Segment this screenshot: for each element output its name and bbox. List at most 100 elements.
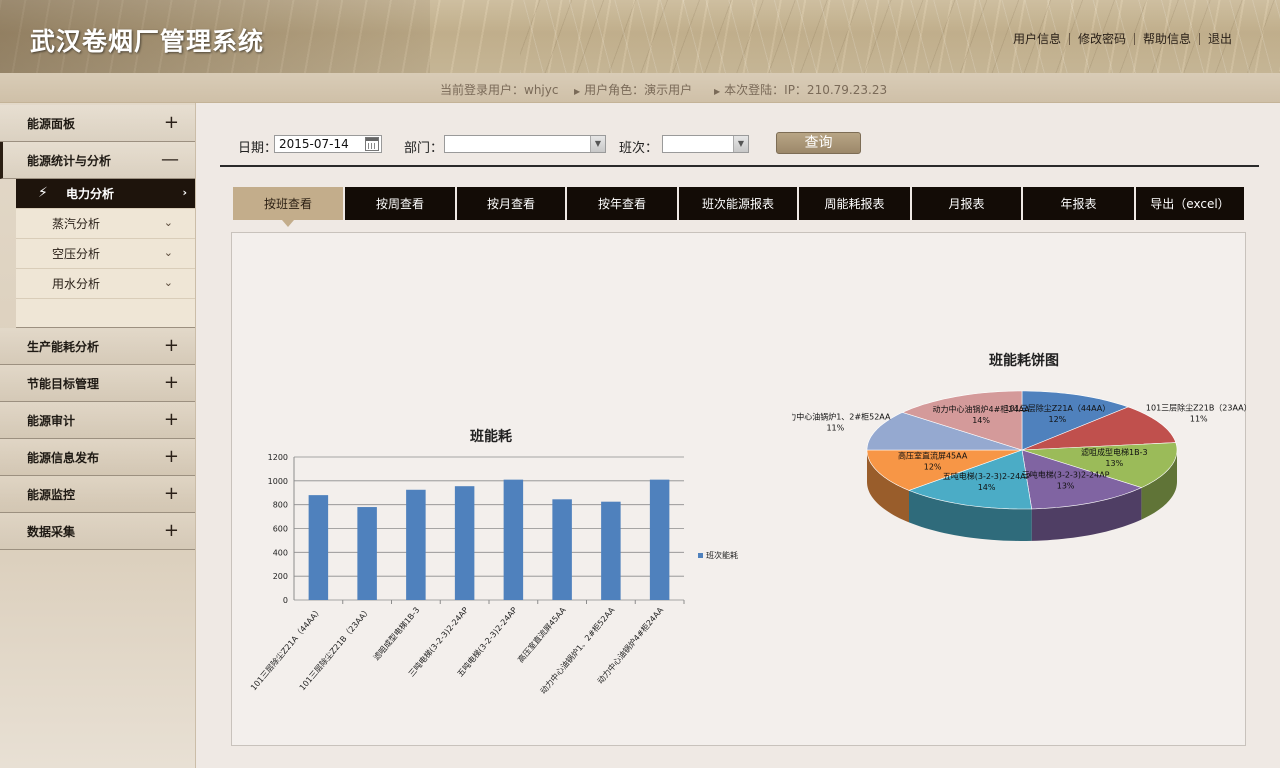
expand-plus-icon[interactable]: +	[164, 411, 179, 429]
tab-by-week[interactable]: 按周查看	[345, 187, 455, 220]
nav-energy-monitoring[interactable]: 能源监控 +	[0, 476, 195, 513]
nav-label: 能源信息发布	[27, 450, 100, 465]
tab-by-shift[interactable]: 按班查看	[233, 187, 343, 227]
pie-label-pct: 13%	[1057, 482, 1075, 491]
sub-item-label: 空压分析	[52, 247, 101, 261]
lightning-icon: ⚡	[38, 185, 48, 201]
tab-shift-report[interactable]: 班次能源报表	[679, 187, 797, 220]
nav-production-consumption[interactable]: 生产能耗分析 +	[0, 328, 195, 365]
x-tick-label: 高压室直流屏45AA	[515, 604, 568, 664]
sub-item-label: 蒸汽分析	[52, 217, 101, 231]
chevron-right-icon: ›	[182, 186, 187, 199]
y-tick-label: 800	[273, 501, 288, 510]
chevron-down-icon: ⌄	[163, 246, 173, 259]
department-select[interactable]	[444, 135, 606, 153]
sub-item-label: 电力分析	[66, 187, 115, 201]
filter-row: 日期： 部门： ▼ 班次： ▼ 查询	[238, 132, 1238, 156]
department-label: 部门：	[404, 141, 444, 156]
nav-data-collection[interactable]: 数据采集 +	[0, 513, 195, 550]
chart-title: 班能耗饼图	[989, 352, 1059, 369]
bar	[406, 489, 426, 600]
dropdown-arrow-icon[interactable]: ▼	[733, 136, 748, 152]
expand-plus-icon[interactable]: +	[164, 337, 179, 355]
sidebar: 能源面板 + 能源统计与分析 — ⚡ 电力分析 › 蒸汽分析 ⌄ 空压分析 ⌄ …	[0, 103, 196, 768]
pie-label-pct: 12%	[1048, 415, 1066, 424]
y-tick-label: 1200	[268, 453, 288, 462]
tab-weekly-report[interactable]: 周能耗报表	[799, 187, 910, 220]
pie-label-pct: 13%	[1105, 459, 1123, 468]
nav-energy-panel[interactable]: 能源面板 +	[0, 105, 195, 142]
bar	[649, 479, 670, 600]
user-role-text: 用户角色：演示用户	[584, 83, 693, 97]
nav-label: 能源统计与分析	[27, 153, 112, 168]
nav-energy-statistics[interactable]: 能源统计与分析 —	[0, 142, 195, 179]
main-content: 日期： 部门： ▼ 班次： ▼ 查询 按班查看 按周查看 按月查看 按年查看 班…	[196, 103, 1280, 768]
bar	[454, 486, 475, 600]
triangle-icon: ▶	[574, 87, 581, 96]
pie-label-pct: 11%	[826, 423, 844, 432]
login-info-bar: 当前登录用户：whjyc ▶ 用户角色：演示用户 ▶ 本次登陆：IP：210.79.…	[0, 73, 1280, 103]
legend-label: 班次能耗	[706, 550, 738, 560]
tab-export-excel[interactable]: 导出（excel）	[1136, 187, 1244, 220]
pie-label-name: 滤咀成型电梯1B-3	[1081, 447, 1148, 457]
logout-link[interactable]: 退出	[1200, 30, 1240, 47]
bar	[357, 507, 377, 600]
pie-label-pct: 14%	[978, 483, 996, 492]
expand-plus-icon[interactable]: +	[164, 374, 179, 392]
expand-plus-icon[interactable]: +	[164, 448, 179, 466]
nav-label: 生产能耗分析	[27, 339, 100, 354]
y-tick-label: 200	[273, 572, 288, 581]
dropdown-arrow-icon[interactable]: ▼	[590, 136, 605, 152]
login-ip-info: ▶ 本次登陆：IP：210.79.23.23	[714, 81, 887, 98]
tab-yearly-report[interactable]: 年报表	[1023, 187, 1134, 220]
sub-item-steam-analysis[interactable]: 蒸汽分析 ⌄	[16, 209, 195, 239]
pie-label-name: 101三层除尘Z21B（23AA）	[1146, 403, 1252, 413]
nav-saving-targets[interactable]: 节能目标管理 +	[0, 365, 195, 402]
tab-by-month[interactable]: 按月查看	[457, 187, 565, 220]
nav-label: 能源监控	[27, 487, 76, 502]
query-button[interactable]: 查询	[776, 132, 861, 154]
pie-label-name: 动力中心油锅炉1、2#柜52AA	[792, 411, 891, 421]
user-info-link[interactable]: 用户信息	[1005, 30, 1069, 47]
nav-info-release[interactable]: 能源信息发布 +	[0, 439, 195, 476]
tab-monthly-report[interactable]: 月报表	[912, 187, 1021, 220]
bar	[503, 479, 524, 600]
nav-energy-audit[interactable]: 能源审计 +	[0, 402, 195, 439]
x-tick-label: 滤咀成型电梯1B-3	[371, 605, 421, 662]
y-tick-label: 1000	[268, 477, 288, 486]
expand-plus-icon[interactable]: +	[164, 522, 179, 540]
pie-label-name: 动力中心油锅炉4#柜24AA	[933, 404, 1031, 414]
bar	[308, 495, 329, 600]
pie-label-name: 五吨电梯(3-2-3)2-24AP	[943, 471, 1031, 481]
nav-label: 数据采集	[27, 524, 76, 539]
calendar-icon[interactable]	[365, 137, 379, 151]
pie-label: 动力中心油锅炉1、2#柜52AA 11%	[792, 411, 891, 432]
login-ip-text: 本次登陆：IP：210.79.23.23	[724, 83, 888, 97]
divider-line	[220, 165, 1259, 167]
chart-title: 班能耗	[470, 428, 512, 445]
y-tick-label: 400	[273, 548, 288, 557]
pie-label-name: 高压室直流屏45AA	[898, 450, 968, 460]
sub-item-water-analysis[interactable]: 用水分析 ⌄	[16, 269, 195, 299]
pie-label-name: 三吨电梯(3-2-3)2-24AP	[1022, 470, 1110, 480]
bar	[552, 499, 572, 600]
chevron-down-icon: ⌄	[163, 216, 173, 229]
pie-chart: 班能耗饼图101三层除尘Z21A（44AA）12%101三层除尘Z21B（23A…	[792, 352, 1252, 541]
sub-item-power-analysis[interactable]: ⚡ 电力分析 ›	[16, 179, 195, 209]
change-password-link[interactable]: 修改密码	[1070, 30, 1134, 47]
user-role-info: ▶ 用户角色：演示用户	[574, 81, 692, 98]
shift-label: 班次：	[619, 141, 659, 156]
pie-label-pct: 12%	[924, 462, 942, 471]
pie-label-pct: 14%	[972, 416, 990, 425]
nav-label: 节能目标管理	[27, 376, 100, 391]
pie-label-pct: 11%	[1190, 415, 1208, 424]
expand-plus-icon[interactable]: +	[164, 485, 179, 503]
chart-panel: 班能耗 0 200 400 600 800 1000 1200 101三层除尘Z21A（44AA…	[231, 232, 1252, 746]
bar-chart: 班能耗020040060080010001200101三层除尘Z21A（44AA…	[248, 428, 738, 696]
chevron-down-icon: ⌄	[163, 276, 173, 289]
sub-item-air-compressor-analysis[interactable]: 空压分析 ⌄	[16, 239, 195, 269]
tab-by-year[interactable]: 按年查看	[567, 187, 677, 220]
collapse-minus-icon[interactable]: —	[161, 151, 179, 169]
help-link[interactable]: 帮助信息	[1135, 30, 1199, 47]
expand-plus-icon[interactable]: +	[164, 114, 179, 132]
